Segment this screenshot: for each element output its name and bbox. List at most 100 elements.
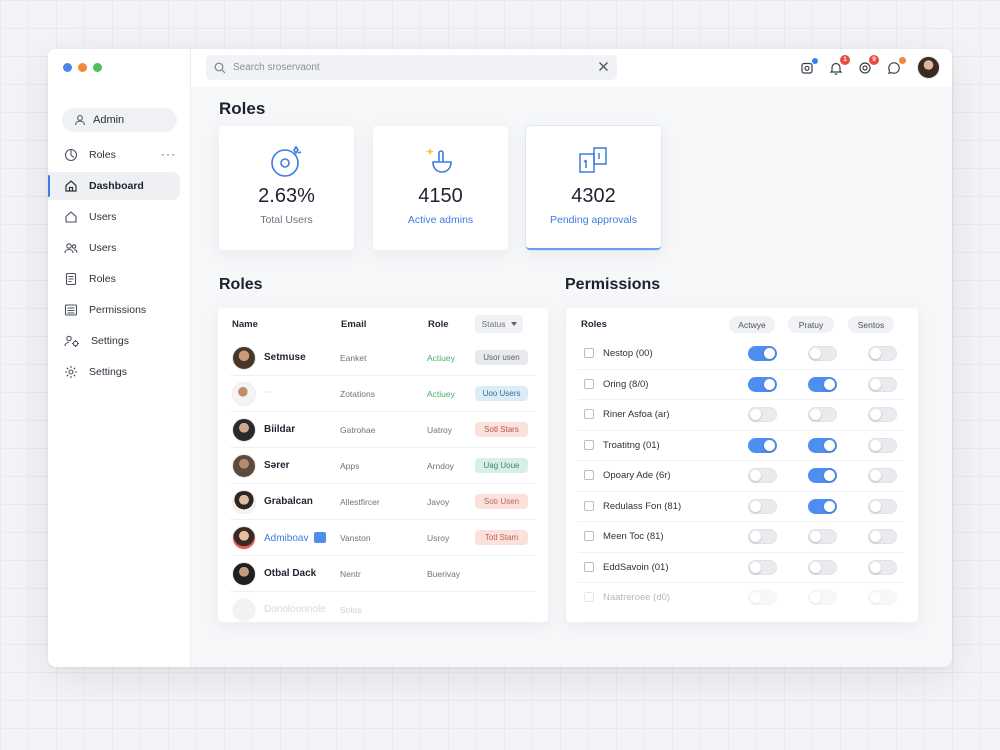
sidebar-item-roles-2[interactable]: Roles — [48, 265, 180, 293]
stat-value: 4150 — [418, 185, 463, 207]
row-checkbox[interactable] — [584, 500, 594, 511]
row-email: Vanston — [340, 533, 371, 543]
status-filter-dropdown[interactable]: Status — [475, 315, 523, 333]
sidebar-item-settings-2[interactable]: Settings — [48, 358, 180, 386]
permission-label: Troatitng (01) — [603, 439, 660, 451]
permission-toggle[interactable] — [868, 346, 897, 361]
permission-toggle[interactable] — [808, 590, 837, 605]
permission-row[interactable]: Nestop (00) — [578, 339, 904, 370]
table-row[interactable]: Admiboav Vanston Usroy Totl Stam — [230, 520, 536, 556]
permission-toggle[interactable] — [748, 437, 777, 453]
sidebar-item-users[interactable]: Users — [48, 203, 180, 231]
table-row[interactable]: Grabalcan Allestfircer Javoy Sotı Usen — [230, 484, 536, 520]
row-checkbox[interactable] — [584, 561, 594, 572]
permission-toggle[interactable] — [748, 468, 777, 483]
permission-toggle[interactable] — [748, 529, 777, 544]
column-header-role[interactable]: Role — [428, 319, 449, 330]
window-dot-green[interactable] — [93, 63, 102, 72]
column-tag-sentos[interactable]: Sentos — [848, 316, 894, 333]
stat-card-pending-approvals[interactable]: 4302 Pending approvals — [526, 126, 661, 250]
table-row[interactable]: Donoloonnole Sotos — [230, 592, 536, 622]
row-email: Eanket — [340, 353, 367, 363]
avatar — [232, 418, 256, 442]
window-dot-blue[interactable] — [63, 63, 72, 72]
permission-toggle[interactable] — [748, 559, 777, 575]
permission-row[interactable]: Oring (8/0) — [578, 370, 904, 400]
permission-toggle[interactable] — [748, 376, 777, 392]
row-checkbox[interactable] — [584, 470, 594, 480]
permission-toggle[interactable] — [748, 590, 777, 605]
permission-toggle[interactable] — [748, 346, 777, 361]
page-title: Roles — [219, 99, 266, 118]
row-name: Setmuse — [264, 352, 306, 363]
permission-label: Opoary Ade (6r) — [603, 470, 671, 481]
row-email: Gatrohae — [340, 425, 376, 435]
permission-toggle[interactable] — [748, 407, 777, 422]
sidebar-item-dashboard[interactable]: Dashboard — [48, 172, 180, 200]
admin-profile-pill[interactable]: Admin — [62, 108, 177, 132]
column-tag-pratuy[interactable]: Pratuy — [788, 316, 834, 333]
permission-row[interactable]: EddSavoin (01) — [578, 553, 904, 583]
permission-toggle[interactable] — [808, 559, 837, 575]
permission-toggle[interactable] — [808, 498, 837, 514]
permission-toggle[interactable] — [868, 376, 897, 392]
permission-label: Riner Asfoa (ar) — [603, 409, 670, 420]
permission-toggle[interactable] — [808, 529, 837, 544]
sidebar-item-permissions[interactable]: Permissions — [48, 296, 180, 324]
row-checkbox[interactable] — [584, 531, 594, 541]
permission-row[interactable]: Naatreroee (d0) — [578, 583, 904, 614]
apps-button[interactable] — [798, 57, 818, 77]
permission-row[interactable]: Riner Asfoa (ar) — [578, 400, 904, 431]
permission-toggle[interactable] — [868, 498, 897, 514]
user-avatar[interactable] — [917, 56, 940, 79]
more-icon[interactable]: ··· — [161, 147, 176, 161]
sidebar-item-settings[interactable]: Settings — [48, 327, 180, 355]
search-input[interactable]: Search sroservaont — [233, 62, 320, 73]
column-header-email[interactable]: Email — [341, 319, 366, 330]
document-icon — [65, 272, 77, 286]
permission-toggle[interactable] — [868, 437, 897, 453]
permission-row[interactable]: Meen Toc (81) — [578, 522, 904, 553]
row-checkbox[interactable] — [584, 439, 594, 450]
permission-toggle[interactable] — [808, 376, 837, 392]
sidebar-item-roles[interactable]: Roles ··· — [48, 141, 180, 169]
sidebar-item-users-2[interactable]: Users — [48, 234, 180, 262]
stat-label: Pending approvals — [550, 214, 637, 226]
table-row[interactable]: Biildar Gatrohae Uatroy Sotl Stars — [230, 412, 536, 448]
permission-toggle[interactable] — [808, 407, 837, 422]
close-icon[interactable] — [598, 61, 609, 72]
permission-toggle[interactable] — [808, 437, 837, 453]
stat-card-total-users[interactable]: 2.63% Total Users — [219, 126, 354, 250]
permission-toggle[interactable] — [748, 498, 777, 514]
table-row[interactable]: Zotations Actiuey Uoo Users — [230, 376, 536, 412]
row-email: Zotations — [340, 389, 375, 399]
row-email: Sotos — [340, 605, 362, 615]
permission-toggle[interactable] — [868, 559, 897, 575]
permission-toggle[interactable] — [868, 590, 897, 605]
permission-row[interactable]: Troatitng (01) — [578, 431, 904, 461]
table-row[interactable]: Otbal Dack Nentr Buerivay — [230, 556, 536, 592]
notifications-button[interactable]: 1 — [827, 54, 850, 77]
target-icon — [270, 145, 301, 177]
table-row[interactable]: Setmuse Eanket Actiuey Usor usen — [230, 340, 536, 376]
permission-toggle[interactable] — [868, 407, 897, 422]
permission-toggle[interactable] — [868, 468, 897, 483]
column-tag-active[interactable]: Actwye — [729, 316, 775, 333]
row-checkbox[interactable] — [584, 378, 594, 389]
settings-button[interactable]: 9 — [856, 54, 879, 77]
permission-row[interactable]: Redulass Fon (81) — [578, 492, 904, 522]
permission-row[interactable]: Opoary Ade (6r) — [578, 461, 904, 492]
search-bar[interactable]: Search sroservaont — [206, 55, 617, 80]
messages-button[interactable] — [885, 56, 906, 77]
row-name — [264, 391, 270, 393]
permission-toggle[interactable] — [868, 529, 897, 544]
permission-toggle[interactable] — [808, 346, 837, 361]
row-checkbox[interactable] — [584, 409, 594, 419]
table-row[interactable]: Sərer Apps Arndoy Uag Uoue — [230, 448, 536, 484]
window-dot-orange[interactable] — [78, 63, 87, 72]
row-checkbox[interactable] — [584, 348, 594, 358]
stat-card-active-admins[interactable]: 4150 Active admins — [373, 126, 508, 250]
row-checkbox[interactable] — [584, 592, 594, 602]
column-header-name[interactable]: Name — [232, 319, 258, 330]
permission-toggle[interactable] — [808, 468, 837, 483]
